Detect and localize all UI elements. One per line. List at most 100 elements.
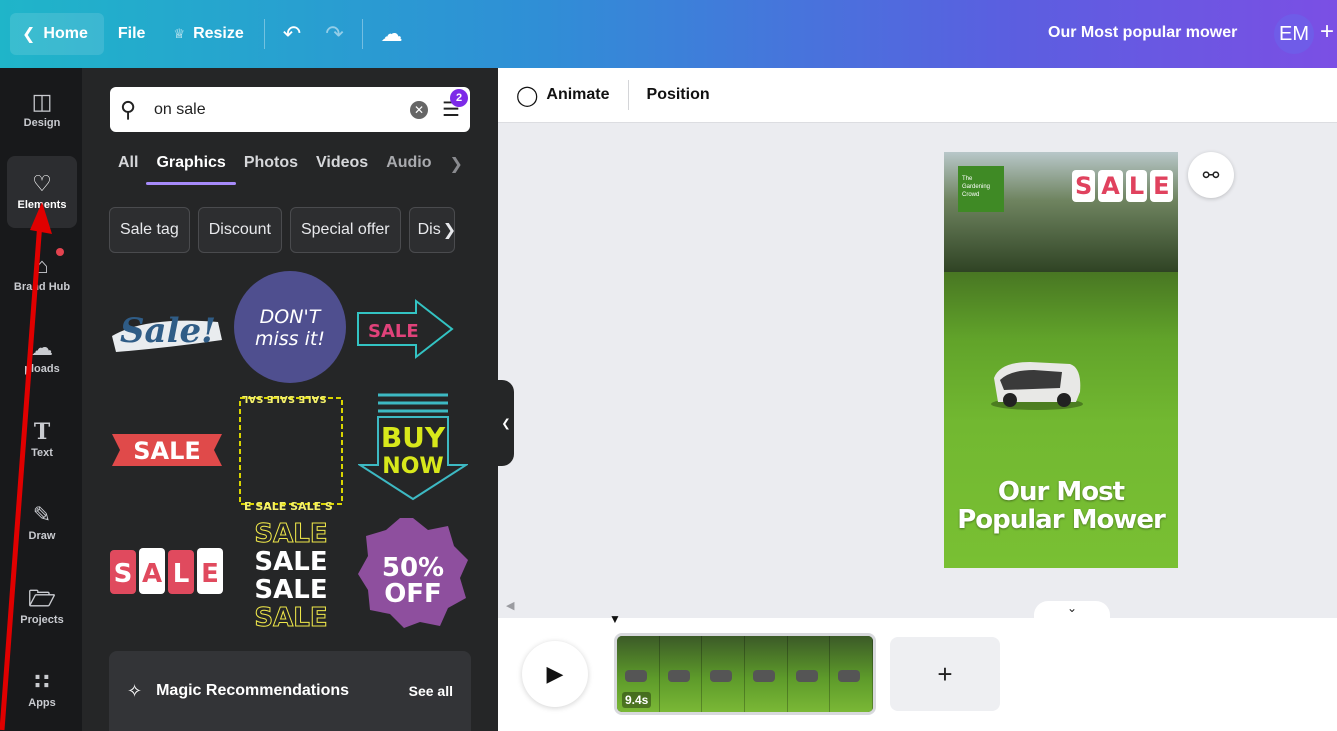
animate-label: Animate bbox=[546, 86, 610, 103]
crown-icon: ♕ bbox=[173, 26, 186, 41]
playhead-marker[interactable]: ▼ bbox=[609, 612, 621, 626]
position-button[interactable]: Position bbox=[629, 86, 728, 104]
shapes-icon: ♡ bbox=[32, 171, 52, 196]
headline-line: Popular Mower bbox=[957, 505, 1166, 535]
home-button[interactable]: ❮ Home bbox=[10, 13, 104, 55]
svg-text:E: E bbox=[201, 559, 219, 589]
sale-letters-graphic[interactable]: S A L E bbox=[108, 544, 226, 600]
buy-now-graphic[interactable]: BUY NOW bbox=[358, 391, 468, 503]
clip-thumbnail bbox=[745, 636, 788, 712]
svg-text:SALE: SALE bbox=[133, 437, 201, 465]
sidebar-item-design[interactable]: ◫ Design bbox=[7, 74, 77, 146]
annotation-arrow bbox=[0, 202, 52, 731]
horizontal-scrollbar[interactable]: ◀ bbox=[498, 596, 1337, 618]
clip-duration: 9.4s bbox=[622, 692, 652, 708]
top-toolbar: ❮ Home File ♕ Resize ↶ ↷ ☁ Our Most popu… bbox=[0, 0, 1337, 68]
headline-line: Our Most bbox=[997, 477, 1125, 507]
chevron-left-icon: ❮ bbox=[22, 26, 36, 43]
magic-recommendations[interactable]: ✧ Magic Recommendations See all bbox=[109, 651, 471, 731]
invite-plus-icon[interactable]: + bbox=[1320, 18, 1334, 46]
see-all-link[interactable]: See all bbox=[409, 683, 453, 699]
resize-button[interactable]: ♕ Resize bbox=[159, 13, 257, 55]
canvas-toolbar: ◯ Animate Position bbox=[498, 68, 1337, 123]
animate-icon: ◯ bbox=[516, 84, 539, 107]
svg-text:L: L bbox=[173, 559, 190, 589]
search-input[interactable]: on sale bbox=[154, 101, 410, 119]
add-comment-icon[interactable]: ⚯ bbox=[1188, 152, 1234, 198]
svg-text:A: A bbox=[142, 559, 162, 589]
page-headline[interactable]: Our Most Popular Mower bbox=[944, 478, 1178, 534]
clear-search-icon[interactable]: ✕ bbox=[410, 100, 429, 119]
graphic-text: Sale! bbox=[120, 311, 216, 351]
tab-audio[interactable]: Audio bbox=[386, 154, 431, 174]
sale-arrow-graphic[interactable]: SALE bbox=[354, 297, 456, 363]
resize-label: Resize bbox=[193, 25, 244, 42]
tab-photos[interactable]: Photos bbox=[244, 154, 298, 174]
file-menu-button[interactable]: File bbox=[104, 13, 160, 55]
sale-letter: E bbox=[1150, 170, 1173, 202]
scroll-left-icon[interactable]: ◀ bbox=[506, 599, 514, 612]
svg-text:SALE: SALE bbox=[254, 547, 327, 577]
sale-brush-graphic[interactable]: Sale! bbox=[106, 296, 228, 356]
sale-stack-graphic[interactable]: SALE SALE SALE SALE bbox=[232, 518, 350, 634]
brand-logo: The Gardening Crowd bbox=[958, 166, 1004, 212]
svg-text:SALE: SALE bbox=[254, 603, 327, 633]
tabs-next-icon[interactable]: ❯ bbox=[450, 154, 463, 174]
svg-text:NOW: NOW bbox=[382, 454, 443, 479]
chip-sale-tag[interactable]: Sale tag bbox=[109, 207, 190, 253]
play-button[interactable]: ▶ bbox=[522, 641, 588, 707]
content-tabs: All Graphics Photos Videos Audio ❯ bbox=[118, 154, 463, 185]
sale-ribbon-graphic[interactable]: SALE bbox=[108, 428, 226, 472]
sale-letter: S bbox=[1072, 170, 1096, 202]
layout-icon: ◫ bbox=[31, 89, 53, 114]
filter-count-badge: 2 bbox=[450, 89, 468, 107]
search-box[interactable]: ⚲ on sale ✕ ☰ 2 bbox=[110, 87, 470, 132]
dont-miss-it-graphic[interactable]: DON'T miss it! bbox=[232, 271, 348, 383]
avatar[interactable]: EM bbox=[1274, 14, 1314, 54]
redo-icon[interactable]: ↷ bbox=[313, 21, 355, 47]
design-page[interactable]: The Gardening Crowd S A L E Our Most Pop… bbox=[944, 152, 1178, 568]
clip-thumbnail bbox=[659, 636, 703, 712]
timeline-clip[interactable] bbox=[614, 633, 876, 715]
svg-text:OFF: OFF bbox=[384, 579, 442, 609]
chip-dis[interactable]: Dis ❯ bbox=[408, 207, 455, 253]
clip-thumbnail bbox=[787, 636, 831, 712]
undo-icon[interactable]: ↶ bbox=[271, 21, 313, 47]
clip-thumbnail bbox=[702, 636, 746, 712]
search-icon: ⚲ bbox=[120, 96, 137, 122]
svg-text:SALE: SALE bbox=[254, 575, 327, 605]
svg-text:SALE: SALE bbox=[254, 519, 327, 549]
chip-label: Dis bbox=[417, 221, 441, 238]
chip-discount[interactable]: Discount bbox=[197, 207, 282, 253]
cloud-saved-icon[interactable]: ☁ bbox=[369, 21, 415, 47]
tab-all[interactable]: All bbox=[118, 154, 138, 174]
sparkle-icon: ✧ bbox=[127, 680, 143, 701]
svg-text:BUY: BUY bbox=[381, 421, 446, 454]
design-title[interactable]: Our Most popular mower bbox=[1048, 24, 1237, 42]
add-page-button[interactable]: + bbox=[890, 637, 1000, 711]
chevron-right-icon: ❯ bbox=[443, 220, 454, 240]
filter-icon[interactable]: ☰ 2 bbox=[442, 89, 468, 122]
chip-special-offer[interactable]: Special offer bbox=[289, 207, 401, 253]
toolbar-divider bbox=[263, 19, 265, 49]
collapse-panel-handle[interactable]: ❮ bbox=[498, 380, 514, 466]
mower-image bbox=[991, 362, 1083, 410]
sale-letter: L bbox=[1125, 170, 1148, 202]
magic-label: Magic Recommendations bbox=[156, 682, 350, 699]
toolbar-divider bbox=[361, 19, 363, 49]
home-label: Home bbox=[43, 25, 88, 42]
sale-letter: A bbox=[1098, 170, 1123, 202]
sale-frame-graphic[interactable]: E SALE SALE S SALE SALE SAL bbox=[232, 390, 350, 512]
clip-thumbnail bbox=[830, 636, 873, 712]
tab-graphics[interactable]: Graphics bbox=[146, 154, 237, 185]
animate-button[interactable]: ◯ Animate bbox=[498, 83, 628, 108]
sale-heading[interactable]: S A L E bbox=[1072, 170, 1173, 202]
svg-text:E SALE SALE S: E SALE SALE S bbox=[244, 500, 333, 512]
svg-text:DON'T: DON'T bbox=[260, 306, 322, 328]
svg-text:miss it!: miss it! bbox=[255, 328, 325, 350]
tab-videos[interactable]: Videos bbox=[316, 154, 368, 174]
elements-panel: ⚲ on sale ✕ ☰ 2 All Graphics Photos Vide… bbox=[82, 68, 498, 731]
fifty-off-graphic[interactable]: 50% OFF bbox=[356, 516, 470, 630]
suggestion-chips: Sale tag Discount Special offer Dis ❯ bbox=[109, 207, 455, 253]
svg-text:S: S bbox=[114, 559, 133, 589]
